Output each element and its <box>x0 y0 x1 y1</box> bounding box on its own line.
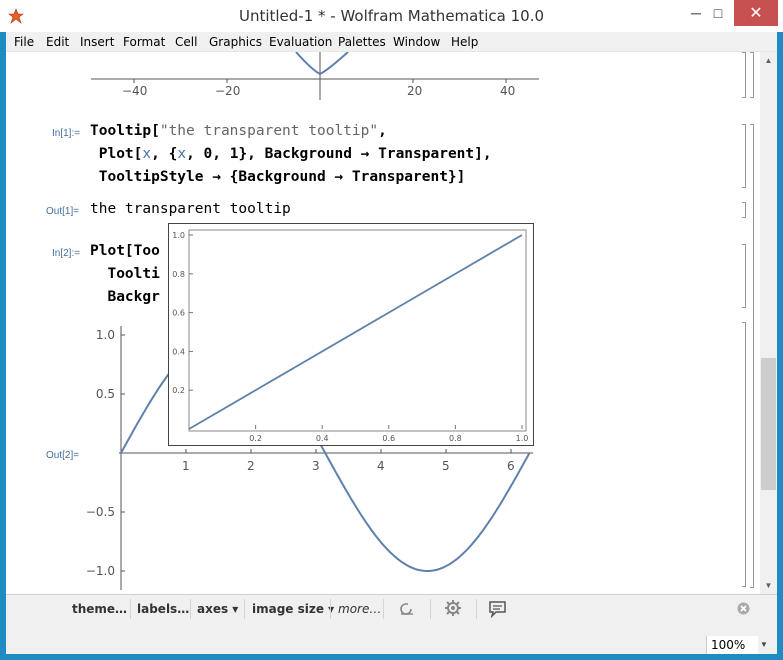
x-tick-label: 0.8 <box>449 434 462 443</box>
menu-window[interactable]: Window <box>393 35 440 49</box>
divider <box>430 599 431 619</box>
x-tick-label: 2 <box>247 459 255 473</box>
x-tick-label: 1.0 <box>516 434 529 443</box>
input-line[interactable]: Toolti <box>90 266 159 282</box>
status-bar: 100% ▼ <box>6 622 777 654</box>
y-tick-label: 0.4 <box>172 347 185 356</box>
menu-format[interactable]: Format <box>123 35 165 49</box>
y-tick-label: 0.6 <box>172 309 185 318</box>
input-line[interactable]: Plot[x, {x, 0, 1}, Background → Transpar… <box>90 146 492 162</box>
gear-icon[interactable] <box>444 599 462 617</box>
input-label: In[1]:= <box>52 128 81 139</box>
input-line[interactable]: Backgr <box>90 289 159 305</box>
y-tick-label: 1.0 <box>172 231 185 240</box>
labels-button[interactable]: labels… <box>137 602 189 616</box>
x-tick-label: 3 <box>312 459 320 473</box>
top-axis-tick: −20 <box>215 84 240 98</box>
window-title: Untitled-1 * - Wolfram Mathematica 10.0 <box>238 7 545 25</box>
top-axis-tick: −40 <box>122 84 147 98</box>
cell-bracket[interactable] <box>742 124 746 188</box>
linear-curve <box>188 234 523 430</box>
y-tick-label: −1.0 <box>86 564 115 578</box>
group-bracket[interactable] <box>750 52 754 98</box>
output-label: Out[1]= <box>46 206 80 217</box>
image-size-dropdown[interactable]: image size ▾ <box>252 602 334 616</box>
maximize-button[interactable]: □ <box>700 0 736 26</box>
cell-bracket[interactable] <box>742 202 746 218</box>
cell-bracket[interactable] <box>742 322 746 587</box>
rerun-icon[interactable] <box>398 601 416 617</box>
menu-file[interactable]: File <box>14 35 34 49</box>
axes-dropdown[interactable]: axes ▾ <box>197 602 238 616</box>
output-label: Out[2]= <box>46 450 80 461</box>
y-tick-label: 0.2 <box>172 386 185 395</box>
x-tick-label: 5 <box>442 459 450 473</box>
x-tick-label: 0.4 <box>316 434 329 443</box>
close-button[interactable]: ✕ <box>734 0 778 26</box>
input-label: In[2]:= <box>52 248 81 259</box>
top-axis-tick: 40 <box>500 84 515 98</box>
vertical-scrollbar[interactable]: ▲ ▼ <box>760 52 777 594</box>
divider <box>476 599 477 619</box>
scroll-down-arrow-icon[interactable]: ▼ <box>760 577 777 594</box>
cell-bracket[interactable] <box>742 244 746 308</box>
app-window: Untitled-1 * - Wolfram Mathematica 10.0 … <box>0 0 783 660</box>
input-line[interactable]: Plot[Too <box>90 243 160 259</box>
x-tick-label: 1 <box>182 459 190 473</box>
zoom-dropdown-arrow-icon[interactable]: ▼ <box>760 640 768 649</box>
scroll-thumb[interactable] <box>761 358 776 490</box>
y-tick-label: −0.5 <box>86 505 115 519</box>
top-axis-tick: 20 <box>407 84 422 98</box>
menu-help[interactable]: Help <box>451 35 478 49</box>
divider <box>330 599 331 619</box>
divider <box>383 599 384 619</box>
menu-evaluation[interactable]: Evaluation <box>269 35 332 49</box>
input-line[interactable]: Tooltip["the transparent tooltip", <box>90 123 387 139</box>
y-tick-label: 1.0 <box>96 328 115 342</box>
comment-icon[interactable] <box>488 600 508 618</box>
output-text: the transparent tooltip <box>90 201 291 217</box>
more-button[interactable]: more… <box>338 602 381 616</box>
x-tick-label: 0.6 <box>382 434 395 443</box>
title-bar: Untitled-1 * - Wolfram Mathematica 10.0 … <box>0 0 783 32</box>
group-bracket[interactable] <box>750 124 754 588</box>
menu-bar: File Edit Insert Format Cell Graphics Ev… <box>6 32 777 52</box>
menu-insert[interactable]: Insert <box>80 35 114 49</box>
zoom-level-dropdown[interactable]: 100% <box>706 636 758 654</box>
x-tick-label: 0.2 <box>249 434 262 443</box>
suggestions-bar: theme… labels… axes ▾ image size ▾ more… <box>6 594 777 622</box>
y-tick-label: 0.5 <box>96 387 115 401</box>
x-tick-label: 6 <box>507 459 515 473</box>
previous-plot-tail: −40 −20 20 40 <box>91 52 539 100</box>
notebook-area[interactable]: −40 −20 20 40 In[1]:= Tooltip["the trans… <box>6 52 760 594</box>
theme-button[interactable]: theme… <box>72 602 127 616</box>
close-suggestions-icon[interactable] <box>737 602 750 615</box>
y-tick-label: 0.8 <box>172 270 185 279</box>
tooltip-popup: 0.2 0.4 0.6 0.8 1.0 0.2 0.4 0.6 0.8 1.0 <box>168 223 534 446</box>
menu-palettes[interactable]: Palettes <box>338 35 386 49</box>
menu-edit[interactable]: Edit <box>46 35 69 49</box>
tooltip-line-plot: 0.2 0.4 0.6 0.8 1.0 0.2 0.4 0.6 0.8 1.0 <box>172 229 529 443</box>
x-tick-label: 4 <box>377 459 385 473</box>
divider <box>244 599 245 619</box>
input-line[interactable]: TooltipStyle → {Background → Transparent… <box>90 169 466 185</box>
cell-bracket[interactable] <box>742 52 746 98</box>
menu-cell[interactable]: Cell <box>175 35 197 49</box>
scroll-up-arrow-icon[interactable]: ▲ <box>760 52 777 69</box>
divider <box>190 599 191 619</box>
menu-graphics[interactable]: Graphics <box>209 35 262 49</box>
divider <box>130 599 131 619</box>
